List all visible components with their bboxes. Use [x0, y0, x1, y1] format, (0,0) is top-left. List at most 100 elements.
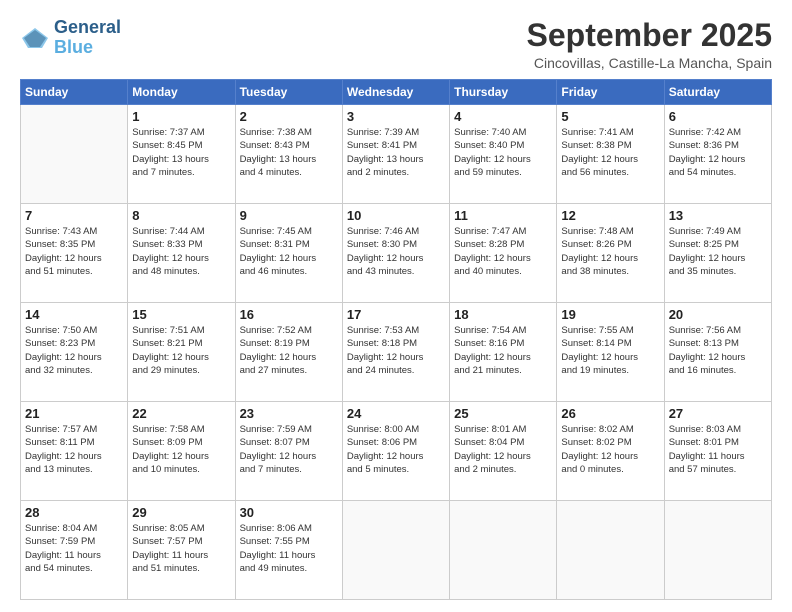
table-row: 19Sunrise: 7:55 AM Sunset: 8:14 PM Dayli…: [557, 303, 664, 402]
table-row: [342, 501, 449, 600]
day-info: Sunrise: 7:42 AM Sunset: 8:36 PM Dayligh…: [669, 126, 767, 179]
day-number: 29: [132, 505, 230, 520]
day-info: Sunrise: 7:38 AM Sunset: 8:43 PM Dayligh…: [240, 126, 338, 179]
calendar-week-1: 1Sunrise: 7:37 AM Sunset: 8:45 PM Daylig…: [21, 105, 772, 204]
day-number: 4: [454, 109, 552, 124]
calendar-header-row: Sunday Monday Tuesday Wednesday Thursday…: [21, 80, 772, 105]
day-info: Sunrise: 7:57 AM Sunset: 8:11 PM Dayligh…: [25, 423, 123, 476]
table-row: 10 Sunrise: 7:46 AM Sunset: 8:30 PM Dayli…: [342, 204, 449, 303]
day-number: 10: [347, 208, 445, 223]
table-row: 16 Sunrise: 7:52 AM Sunset: 8:19 PM Dayli…: [235, 303, 342, 402]
table-row: 30 Sunrise: 8:06 AM Sunset: 7:55 PM Dayli…: [235, 501, 342, 600]
day-info: Sunrise: 7:54 AM Sunset: 8:16 PM Dayligh…: [454, 324, 552, 377]
table-row: 18 Sunrise: 7:54 AM Sunset: 8:16 PM Dayli…: [450, 303, 557, 402]
month-title: September 2025: [527, 18, 772, 53]
table-row: 8 Sunrise: 7:44 AM Sunset: 8:33 PM Daylig…: [128, 204, 235, 303]
day-info: Sunrise: 7:40 AM Sunset: 8:40 PM Dayligh…: [454, 126, 552, 179]
day-number: 9: [240, 208, 338, 223]
header-right: September 2025 Cincovillas, Castille-La …: [527, 18, 772, 71]
day-number: 2: [240, 109, 338, 124]
day-info: Sunrise: 8:05 AM Sunset: 7:57 PM Dayligh…: [132, 522, 230, 575]
table-row: 4 Sunrise: 7:40 AM Sunset: 8:40 PM Daylig…: [450, 105, 557, 204]
day-info: Sunrise: 7:44 AM Sunset: 8:33 PM Dayligh…: [132, 225, 230, 278]
day-info: Sunrise: 8:01 AM Sunset: 8:04 PM Dayligh…: [454, 423, 552, 476]
day-info: Sunrise: 7:41 AM Sunset: 8:38 PM Dayligh…: [561, 126, 659, 179]
table-row: 15 Sunrise: 7:51 AM Sunset: 8:21 PM Dayli…: [128, 303, 235, 402]
table-row: 27 Sunrise: 8:03 AM Sunset: 8:01 PM Dayli…: [664, 402, 771, 501]
table-row: [450, 501, 557, 600]
calendar-week-2: 7 Sunrise: 7:43 AM Sunset: 8:35 PM Daylig…: [21, 204, 772, 303]
day-number: 18: [454, 307, 552, 322]
day-number: 3: [347, 109, 445, 124]
table-row: 25 Sunrise: 8:01 AM Sunset: 8:04 PM Dayli…: [450, 402, 557, 501]
day-number: 26: [561, 406, 659, 421]
day-info: Sunrise: 7:51 AM Sunset: 8:21 PM Dayligh…: [132, 324, 230, 377]
day-number: 11: [454, 208, 552, 223]
calendar-week-4: 21 Sunrise: 7:57 AM Sunset: 8:11 PM Dayli…: [21, 402, 772, 501]
col-wednesday: Wednesday: [342, 80, 449, 105]
day-number: 23: [240, 406, 338, 421]
top-section: General Blue September 2025 Cincovillas,…: [20, 18, 772, 71]
calendar-week-5: 28 Sunrise: 8:04 AM Sunset: 7:59 PM Dayli…: [21, 501, 772, 600]
day-info: Sunrise: 7:56 AM Sunset: 8:13 PM Dayligh…: [669, 324, 767, 377]
table-row: 7 Sunrise: 7:43 AM Sunset: 8:35 PM Daylig…: [21, 204, 128, 303]
table-row: 3 Sunrise: 7:39 AM Sunset: 8:41 PM Daylig…: [342, 105, 449, 204]
day-info: Sunrise: 7:43 AM Sunset: 8:35 PM Dayligh…: [25, 225, 123, 278]
day-number: 5: [561, 109, 659, 124]
day-info: Sunrise: 8:04 AM Sunset: 7:59 PM Dayligh…: [25, 522, 123, 575]
day-info: Sunrise: 7:46 AM Sunset: 8:30 PM Dayligh…: [347, 225, 445, 278]
day-number: 6: [669, 109, 767, 124]
table-row: 23 Sunrise: 7:59 AM Sunset: 8:07 PM Dayli…: [235, 402, 342, 501]
page: General Blue September 2025 Cincovillas,…: [0, 0, 792, 612]
day-number: 27: [669, 406, 767, 421]
table-row: 12Sunrise: 7:48 AM Sunset: 8:26 PM Dayli…: [557, 204, 664, 303]
day-number: 24: [347, 406, 445, 421]
calendar-table: Sunday Monday Tuesday Wednesday Thursday…: [20, 79, 772, 600]
day-number: 30: [240, 505, 338, 520]
day-info: Sunrise: 7:39 AM Sunset: 8:41 PM Dayligh…: [347, 126, 445, 179]
table-row: 28 Sunrise: 8:04 AM Sunset: 7:59 PM Dayli…: [21, 501, 128, 600]
logo-icon: [20, 26, 50, 50]
table-row: 26Sunrise: 8:02 AM Sunset: 8:02 PM Dayli…: [557, 402, 664, 501]
day-info: Sunrise: 7:59 AM Sunset: 8:07 PM Dayligh…: [240, 423, 338, 476]
table-row: 1Sunrise: 7:37 AM Sunset: 8:45 PM Daylig…: [128, 105, 235, 204]
table-row: 22Sunrise: 7:58 AM Sunset: 8:09 PM Dayli…: [128, 402, 235, 501]
col-friday: Friday: [557, 80, 664, 105]
table-row: 11 Sunrise: 7:47 AM Sunset: 8:28 PM Dayli…: [450, 204, 557, 303]
table-row: 2 Sunrise: 7:38 AM Sunset: 8:43 PM Daylig…: [235, 105, 342, 204]
day-number: 7: [25, 208, 123, 223]
day-info: Sunrise: 8:00 AM Sunset: 8:06 PM Dayligh…: [347, 423, 445, 476]
day-number: 15: [132, 307, 230, 322]
day-info: Sunrise: 7:47 AM Sunset: 8:28 PM Dayligh…: [454, 225, 552, 278]
col-tuesday: Tuesday: [235, 80, 342, 105]
day-info: Sunrise: 7:45 AM Sunset: 8:31 PM Dayligh…: [240, 225, 338, 278]
logo-text: General Blue: [54, 18, 121, 58]
day-number: 12: [561, 208, 659, 223]
table-row: 29 Sunrise: 8:05 AM Sunset: 7:57 PM Dayli…: [128, 501, 235, 600]
table-row: 6 Sunrise: 7:42 AM Sunset: 8:36 PM Daylig…: [664, 105, 771, 204]
day-number: 21: [25, 406, 123, 421]
table-row: 13 Sunrise: 7:49 AM Sunset: 8:25 PM Dayli…: [664, 204, 771, 303]
day-number: 25: [454, 406, 552, 421]
day-info: Sunrise: 8:03 AM Sunset: 8:01 PM Dayligh…: [669, 423, 767, 476]
col-saturday: Saturday: [664, 80, 771, 105]
day-info: Sunrise: 8:06 AM Sunset: 7:55 PM Dayligh…: [240, 522, 338, 575]
table-row: 24 Sunrise: 8:00 AM Sunset: 8:06 PM Dayli…: [342, 402, 449, 501]
table-row: [21, 105, 128, 204]
table-row: 14Sunrise: 7:50 AM Sunset: 8:23 PM Dayli…: [21, 303, 128, 402]
table-row: 9 Sunrise: 7:45 AM Sunset: 8:31 PM Daylig…: [235, 204, 342, 303]
table-row: 21 Sunrise: 7:57 AM Sunset: 8:11 PM Dayli…: [21, 402, 128, 501]
day-number: 17: [347, 307, 445, 322]
calendar-week-3: 14Sunrise: 7:50 AM Sunset: 8:23 PM Dayli…: [21, 303, 772, 402]
table-row: [557, 501, 664, 600]
col-sunday: Sunday: [21, 80, 128, 105]
table-row: 5 Sunrise: 7:41 AM Sunset: 8:38 PM Daylig…: [557, 105, 664, 204]
table-row: [664, 501, 771, 600]
day-number: 16: [240, 307, 338, 322]
day-info: Sunrise: 7:49 AM Sunset: 8:25 PM Dayligh…: [669, 225, 767, 278]
day-info: Sunrise: 7:52 AM Sunset: 8:19 PM Dayligh…: [240, 324, 338, 377]
day-number: 22: [132, 406, 230, 421]
day-number: 13: [669, 208, 767, 223]
day-number: 8: [132, 208, 230, 223]
day-number: 28: [25, 505, 123, 520]
